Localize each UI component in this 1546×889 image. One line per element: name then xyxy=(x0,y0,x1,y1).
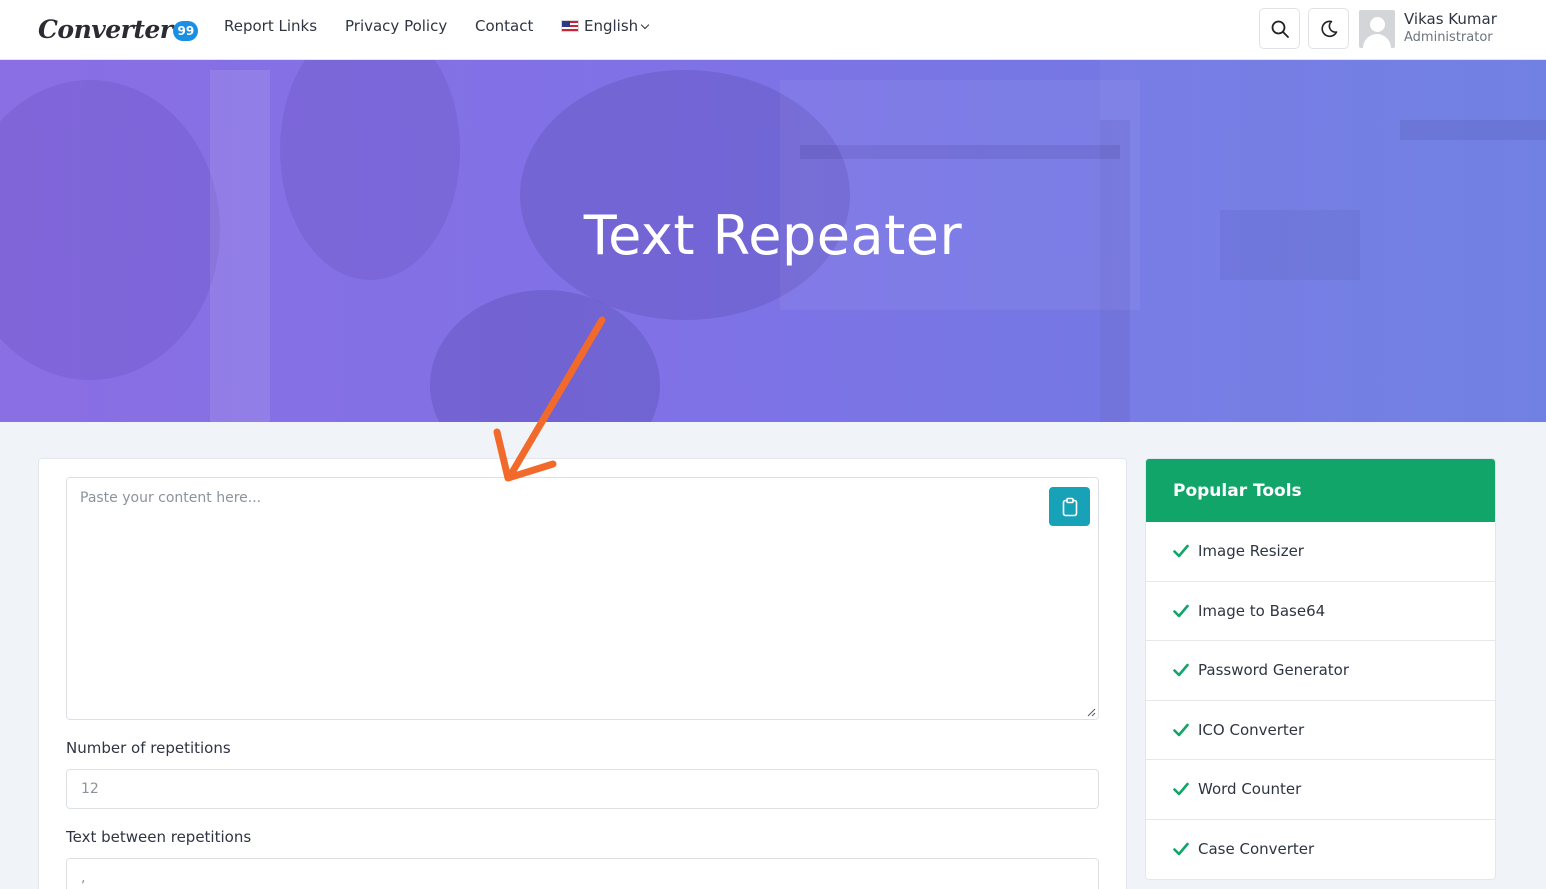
moon-icon xyxy=(1320,20,1337,37)
check-icon xyxy=(1173,663,1189,677)
top-navbar: Converter 99 Report Links Privacy Policy… xyxy=(0,0,1546,60)
theme-toggle-button[interactable] xyxy=(1308,8,1349,49)
tool-link-image-to-base64[interactable]: Image to Base64 xyxy=(1146,582,1495,641)
search-icon xyxy=(1271,20,1289,38)
user-role: Administrator xyxy=(1404,30,1493,45)
us-flag-icon xyxy=(561,20,579,32)
nav-link-report-links[interactable]: Report Links xyxy=(224,17,317,35)
brand-logo[interactable]: Converter 99 xyxy=(38,12,199,46)
content-textarea[interactable]: Paste your content here... xyxy=(66,477,1099,720)
repetitions-value: 12 xyxy=(81,781,99,797)
hero-banner: Text Repeater xyxy=(0,60,1546,422)
tool-link-ico-converter[interactable]: ICO Converter xyxy=(1146,701,1495,760)
avatar[interactable] xyxy=(1359,10,1395,48)
check-icon xyxy=(1173,544,1189,558)
tool-link-word-counter[interactable]: Word Counter xyxy=(1146,760,1495,820)
tool-label: Word Counter xyxy=(1198,780,1302,799)
separator-value: , xyxy=(81,870,86,886)
popular-tools-title: Popular Tools xyxy=(1146,459,1495,522)
tool-label: ICO Converter xyxy=(1198,720,1305,739)
brand-name: Converter xyxy=(38,14,173,44)
check-icon xyxy=(1173,723,1189,737)
nav-link-contact[interactable]: Contact xyxy=(475,17,533,35)
paste-button[interactable] xyxy=(1049,487,1090,526)
separator-label: Text between repetitions xyxy=(66,828,252,846)
resize-handle-icon[interactable] xyxy=(1087,708,1096,717)
tool-link-case-converter[interactable]: Case Converter xyxy=(1146,820,1495,880)
repetitions-input[interactable]: 12 xyxy=(66,769,1099,809)
language-dropdown[interactable]: English xyxy=(561,17,650,35)
page-title: Text Repeater xyxy=(583,204,963,267)
tool-label: Case Converter xyxy=(1198,840,1315,859)
tool-label: Password Generator xyxy=(1198,661,1350,680)
content-placeholder: Paste your content here... xyxy=(80,490,262,506)
tool-label: Image to Base64 xyxy=(1198,601,1326,620)
brand-badge: 99 xyxy=(173,21,199,41)
check-icon xyxy=(1173,782,1189,796)
nav-link-privacy-policy[interactable]: Privacy Policy xyxy=(345,17,447,35)
chevron-down-icon xyxy=(640,20,650,29)
language-label: English xyxy=(584,17,639,35)
separator-input[interactable]: , xyxy=(66,858,1099,889)
check-icon xyxy=(1173,604,1189,618)
check-icon xyxy=(1173,842,1189,856)
tool-label: Image Resizer xyxy=(1198,542,1304,561)
search-button[interactable] xyxy=(1259,8,1300,49)
tool-link-image-resizer[interactable]: Image Resizer xyxy=(1146,522,1495,582)
user-name[interactable]: Vikas Kumar xyxy=(1404,10,1497,28)
tool-link-password-generator[interactable]: Password Generator xyxy=(1146,641,1495,701)
popular-tools-card: Popular Tools Image Resizer Image to Bas… xyxy=(1145,458,1496,880)
repetitions-label: Number of repetitions xyxy=(66,739,231,757)
clipboard-icon xyxy=(1062,497,1077,516)
